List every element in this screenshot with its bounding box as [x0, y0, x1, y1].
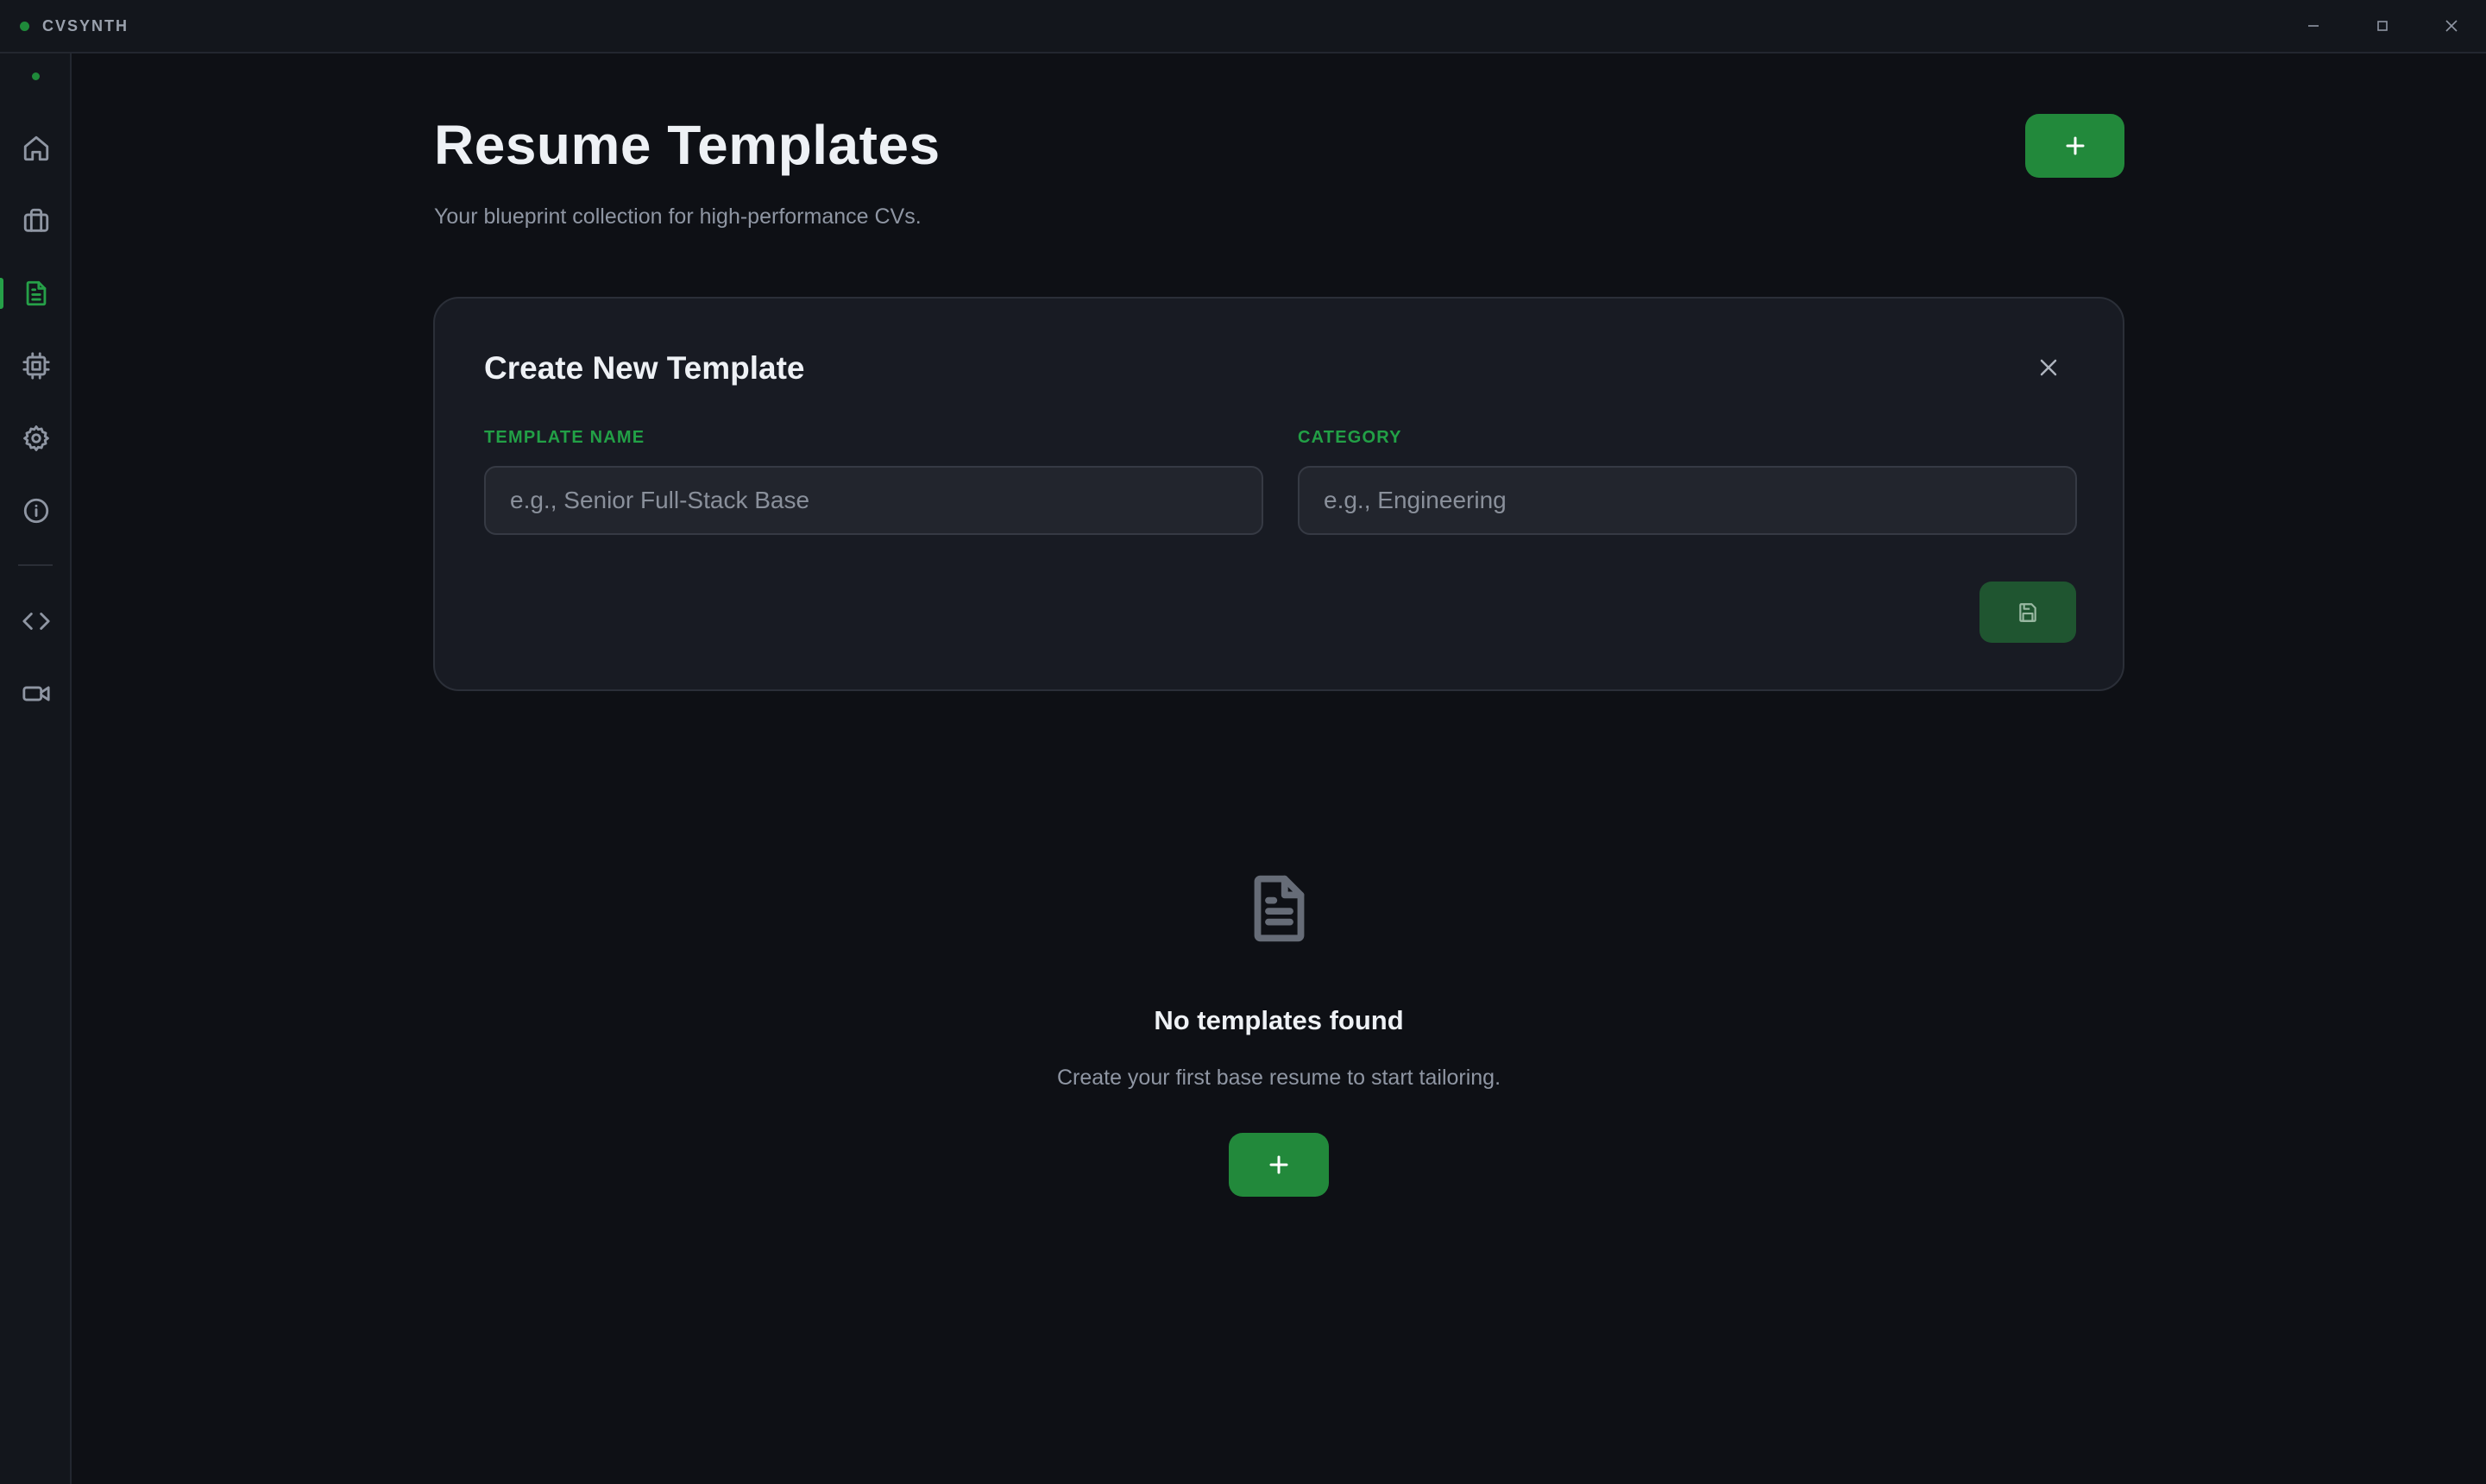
page-subtitle: Your blueprint collection for high-perfo…	[434, 204, 922, 229]
create-template-title: Create New Template	[484, 350, 805, 386]
create-template-card: Create New Template TEMPLATE NAME CATEGO…	[433, 297, 2124, 691]
close-form-button[interactable]	[2031, 350, 2066, 385]
maximize-button[interactable]	[2348, 0, 2417, 52]
plus-icon	[2066, 136, 2084, 155]
save-template-button[interactable]	[1979, 582, 2076, 643]
sidebar-item-models[interactable]	[0, 340, 72, 392]
plus-icon	[1269, 1155, 1288, 1174]
sidebar-divider	[18, 564, 53, 566]
create-first-template-button[interactable]	[1229, 1133, 1329, 1197]
add-template-button[interactable]	[2025, 114, 2124, 178]
document-icon	[1254, 875, 1305, 942]
template-name-input[interactable]	[484, 466, 1263, 535]
video-icon	[22, 686, 50, 701]
home-icon	[23, 135, 48, 161]
sidebar	[0, 53, 72, 1484]
window-close-button[interactable]	[2417, 0, 2486, 52]
minimize-icon	[2308, 25, 2319, 27]
template-name-label: TEMPLATE NAME	[484, 428, 645, 447]
empty-state-title: No templates found	[1154, 1005, 1404, 1035]
sidebar-item-video[interactable]	[0, 668, 72, 720]
title-bar: CVSYNTH	[0, 0, 2486, 53]
empty-state-document-icon	[1247, 873, 1312, 944]
sidebar-item-settings[interactable]	[0, 412, 72, 464]
minimize-button[interactable]	[2279, 0, 2348, 52]
app-status-dot	[20, 21, 29, 31]
sidebar-item-developer[interactable]	[0, 595, 72, 647]
sidebar-item-home[interactable]	[0, 123, 72, 174]
sidebar-item-jobs[interactable]	[0, 195, 72, 247]
close-icon	[2040, 359, 2057, 376]
category-label: CATEGORY	[1298, 428, 1402, 447]
sidebar-item-templates[interactable]	[0, 267, 72, 319]
close-icon	[2445, 20, 2458, 32]
gear-icon	[22, 425, 49, 451]
connection-status-dot	[32, 72, 40, 80]
app-name: CVSYNTH	[42, 16, 129, 35]
cpu-icon	[22, 352, 50, 380]
window-controls	[2279, 0, 2486, 52]
empty-state-description: Create your first base resume to start t…	[1056, 1066, 1501, 1090]
page-title: Resume Templates	[434, 114, 941, 176]
info-icon	[23, 498, 48, 524]
sidebar-item-about[interactable]	[0, 485, 72, 537]
category-input[interactable]	[1298, 466, 2077, 535]
save-icon	[2019, 602, 2036, 622]
briefcase-icon	[23, 208, 48, 232]
maximize-icon	[2377, 21, 2388, 31]
code-icon	[22, 613, 50, 630]
document-icon	[26, 280, 46, 306]
